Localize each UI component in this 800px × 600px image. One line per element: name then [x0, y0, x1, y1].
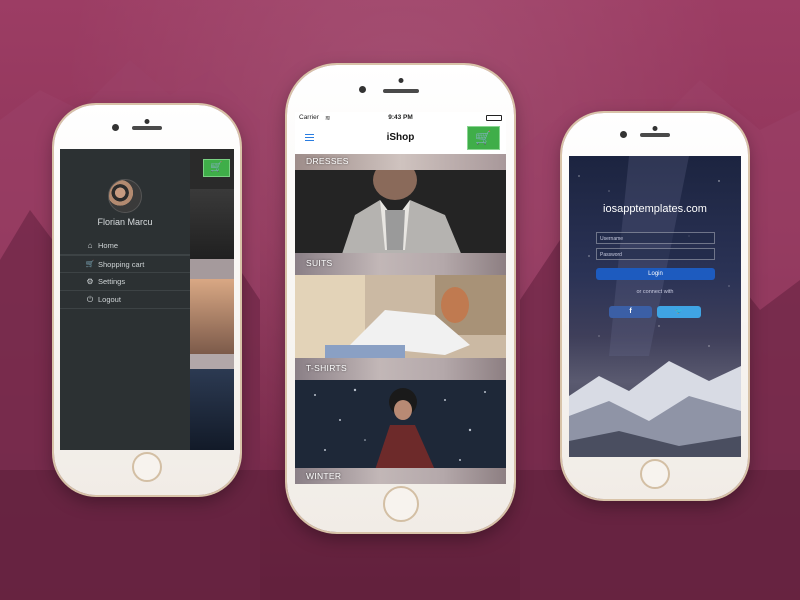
battery-icon [486, 115, 502, 121]
cart-button[interactable]: 🛒 [203, 159, 230, 177]
content-peek [190, 149, 234, 450]
menu-item-label: Logout [98, 295, 121, 304]
phone-camera [112, 124, 119, 131]
night-sky-image [569, 156, 741, 457]
phone-speaker [640, 133, 670, 137]
shop-screen: Carrier ≋ 9:43 PM iShop 🛒 DRESSES SUITS [295, 112, 506, 484]
menu-item-label: Settings [98, 277, 126, 286]
user-name: Florian Marcu [97, 217, 153, 227]
menu-item-logout[interactable]: ⏻ Logout [60, 291, 190, 309]
category-label: SUITS [306, 258, 333, 268]
category-winter[interactable]: WINTER [295, 380, 506, 484]
login-screen: iosapptemplates.com Username Password Lo… [569, 156, 741, 457]
password-field[interactable]: Password [596, 248, 715, 260]
cart-button[interactable]: 🛒 [467, 126, 500, 150]
phone-middle: Carrier ≋ 9:43 PM iShop 🛒 DRESSES SUITS [287, 65, 514, 532]
twitter-icon: 🐦 [675, 309, 683, 315]
avatar[interactable] [108, 179, 142, 213]
menu-item-settings[interactable]: ⚙ Settings [60, 273, 190, 291]
nav-bar: iShop 🛒 [295, 124, 506, 154]
login-button[interactable]: Login [596, 268, 715, 280]
phone-camera [359, 86, 366, 93]
side-menu: Florian Marcu ⌂ Home 🛒 Shopping cart ⚙ S… [60, 149, 190, 450]
side-menu-screen: 🛒 Florian Marcu ⌂ Home 🛒 Shopping cart ⚙… [60, 149, 234, 450]
facebook-icon: f [629, 308, 632, 315]
home-button[interactable] [640, 459, 670, 489]
facebook-button[interactable]: f [609, 306, 652, 318]
connect-text: or connect with [636, 289, 674, 295]
home-icon: ⌂ [87, 241, 93, 250]
menu-item-label: Shopping cart [98, 260, 145, 269]
phone-right: iosapptemplates.com Username Password Lo… [562, 113, 748, 499]
site-title: iosapptemplates.com [603, 203, 707, 215]
phone-left: 🛒 Florian Marcu ⌂ Home 🛒 Shopping cart ⚙… [54, 105, 240, 495]
category-t-shirts[interactable]: T-SHIRTS [295, 275, 506, 380]
home-button[interactable] [382, 486, 419, 522]
home-button[interactable] [132, 452, 162, 482]
power-icon: ⏻ [86, 295, 94, 304]
gear-icon: ⚙ [86, 277, 94, 286]
category-label: WINTER [306, 471, 342, 481]
phone-camera [620, 131, 627, 138]
cart-icon: 🛒 [475, 130, 492, 145]
category-label: DRESSES [306, 156, 349, 166]
status-bar: Carrier ≋ 9:43 PM [295, 112, 506, 124]
phone-sensor [144, 119, 150, 124]
category-label: T-SHIRTS [306, 363, 347, 373]
category-dresses[interactable]: DRESSES [295, 154, 506, 170]
phone-sensor [652, 126, 658, 131]
phone-sensor [398, 78, 403, 83]
category-suits[interactable]: SUITS [295, 170, 506, 275]
cart-icon: 🛒 [85, 261, 95, 268]
phone-speaker [132, 126, 162, 130]
menu-item-label: Home [98, 241, 119, 250]
twitter-button[interactable]: 🐦 [657, 306, 701, 318]
menu-item-shopping-cart[interactable]: 🛒 Shopping cart [60, 255, 190, 273]
phone-speaker [382, 89, 419, 93]
menu-item-home[interactable]: ⌂ Home [60, 237, 190, 255]
username-field[interactable]: Username [596, 232, 715, 244]
status-time: 9:43 PM [388, 114, 413, 121]
